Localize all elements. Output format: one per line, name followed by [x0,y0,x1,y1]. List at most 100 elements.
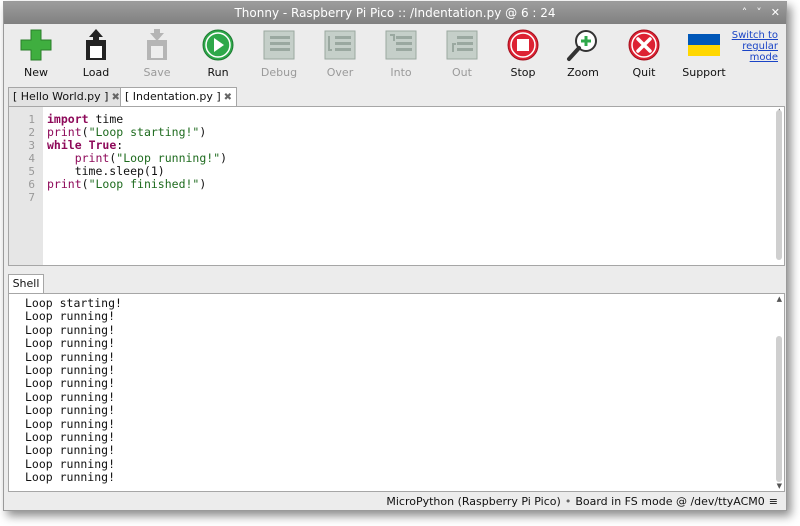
step-over-icon [323,28,357,62]
code-token: "Loop running!" [116,151,221,165]
quit-icon [627,28,661,62]
interpreter-status[interactable]: MicroPython (Raspberry Pi Pico) [386,493,560,510]
line-number: 5 [28,165,35,178]
shell-line: Loop running! [25,389,116,404]
step-into-label: Into [390,66,412,79]
save-icon [140,28,174,62]
step-over-label: Over [326,66,354,79]
editor-scrollbar[interactable] [776,110,782,260]
zoom-label: Zoom [567,66,599,79]
window-title: Thonny - Raspberry Pi Pico :: /Indentati… [234,6,556,20]
code-token: print [74,151,110,165]
window-controls: ˄ ˅ ✕ [742,2,780,24]
support-button[interactable]: Support [674,28,734,82]
debug-label: Debug [260,66,298,79]
shell-line: Loop running! [25,443,116,458]
code-area[interactable]: import time print("Loop starting!") while … [47,113,227,204]
code-token: while [47,138,82,152]
minimize-icon[interactable]: ˄ [742,2,748,24]
debug-button[interactable]: Debug [249,28,309,82]
code-token: time [88,112,124,126]
shell-panel[interactable]: Loop starting! Loop running! Loop running!… [8,293,785,492]
shell-line: Loop running! [25,336,116,351]
scroll-down-icon[interactable]: ▼ [777,482,782,490]
stop-label: Stop [510,66,536,79]
code-token: "Loop finished!" [88,177,200,191]
stop-button[interactable]: Stop [493,28,553,82]
step-over-button[interactable]: Over [310,28,370,82]
load-icon [79,28,113,62]
shell-line: Loop running! [25,376,116,391]
status-bar: MicroPython (Raspberry Pi Pico) • Board … [4,493,786,510]
line-number: 1 [28,113,35,126]
shell-output: Loop starting! Loop running! Loop running!… [25,296,122,485]
code-token: ( [81,125,89,139]
save-button[interactable]: Save [127,28,187,82]
switch-mode-link[interactable]: Switch to regular mode [728,30,778,63]
line-number: 2 [28,126,35,139]
shell-line: Loop running! [25,362,116,377]
tab-hello-world[interactable]: [ Hello World.py ] ✖ [8,87,125,106]
code-token: ) [199,125,207,139]
shell-line: Loop running! [25,456,116,471]
step-into-icon [384,28,418,62]
status-separator: • [564,495,572,508]
shell-line: Loop running! [25,309,116,324]
zoom-icon [566,28,600,62]
quit-label: Quit [632,66,656,79]
code-token: "Loop starting!" [88,125,200,139]
support-label: Support [682,66,726,79]
code-token: True [88,138,117,152]
code-token: ) [199,177,207,191]
shell-line: Loop running! [25,470,116,485]
debug-icon [262,28,296,62]
toolbar: New Load Save Run Debug Over Into Out St… [4,24,786,84]
maximize-icon[interactable]: ˅ [756,2,762,24]
close-tab-icon[interactable]: ✖ [111,92,119,103]
new-label: New [24,66,48,79]
step-out-label: Out [452,66,472,79]
step-out-icon [445,28,479,62]
stop-icon [506,28,540,62]
run-button[interactable]: Run [188,28,248,82]
shell-scrollbar[interactable] [776,336,782,482]
tab-shell[interactable]: Shell [8,274,44,293]
ukraine-flag-icon [687,28,721,62]
code-token: import [47,112,89,126]
thonny-window: Thonny - Raspberry Pi Pico :: /Indentati… [3,1,787,511]
step-out-button[interactable]: Out [432,28,492,82]
code-line: print("Loop finished!") [47,178,227,191]
board-status: Board in FS mode @ /dev/ttyACM0 [575,495,765,508]
line-number-gutter: 1234567 [9,107,43,265]
close-icon[interactable]: ✕ [771,2,780,24]
shell-line: Loop starting! [25,296,122,310]
load-button[interactable]: Load [66,28,126,82]
line-number: 6 [28,178,35,191]
load-label: Load [82,66,110,79]
scroll-up-icon[interactable]: ▲ [777,295,782,303]
title-bar[interactable]: Thonny - Raspberry Pi Pico :: /Indentati… [4,2,786,24]
run-label: Run [207,66,229,79]
tab-label: [ Indentation.py ] [125,90,221,103]
editor-tabbar: [ Hello World.py ] ✖ [ Indentation.py ] ✖ [8,87,784,106]
tab-indentation[interactable]: [ Indentation.py ] ✖ [120,87,238,106]
code-token: : [116,138,124,152]
new-button[interactable]: New [6,28,66,82]
new-icon [19,28,53,62]
save-label: Save [143,66,171,79]
line-number: 4 [28,152,35,165]
run-icon [201,28,235,62]
shell-line: Loop running! [25,416,116,431]
close-tab-icon[interactable]: ✖ [224,92,232,103]
code-editor[interactable]: 1234567 import time print ("Loop starting!… [8,106,785,266]
step-into-button[interactable]: Into [371,28,431,82]
line-number: 7 [28,191,35,204]
menu-icon[interactable]: ≡ [769,493,778,510]
quit-button[interactable]: Quit [614,28,674,82]
zoom-button[interactable]: Zoom [553,28,613,82]
shell-line: Loop running! [25,322,116,337]
shell-line: Loop running! [25,429,116,444]
